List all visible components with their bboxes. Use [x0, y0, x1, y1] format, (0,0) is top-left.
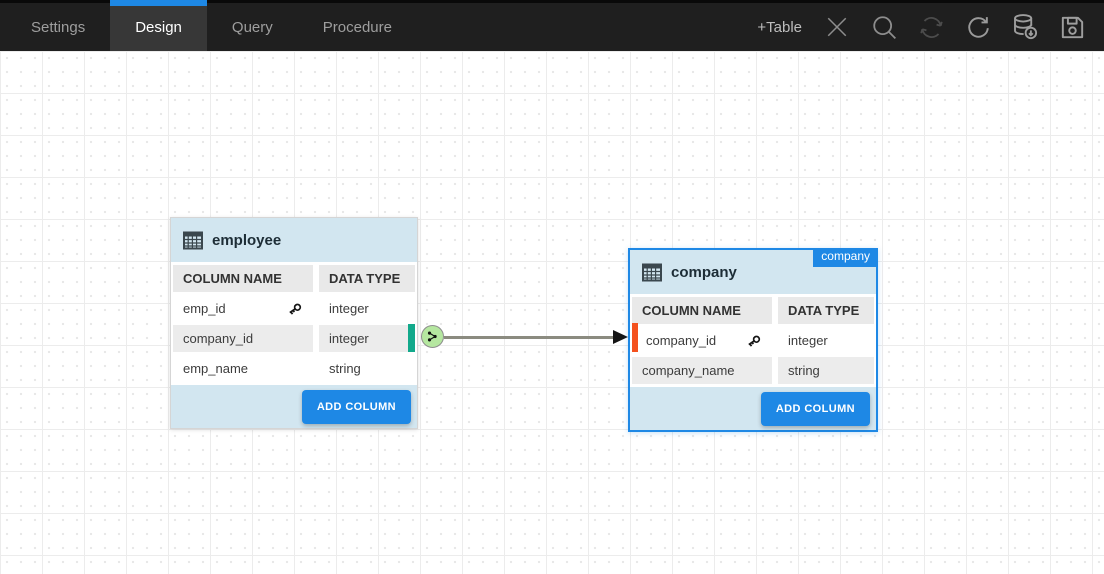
- database-export-icon[interactable]: [1009, 11, 1041, 43]
- refresh-icon[interactable]: [962, 11, 994, 43]
- column-name: company_id: [183, 331, 253, 346]
- table-card-employee[interactable]: employee COLUMN NAME DATA TYPE emp_id in…: [170, 217, 418, 429]
- column-name: emp_name: [183, 361, 248, 376]
- column-name: emp_id: [183, 301, 226, 316]
- design-canvas[interactable]: employee COLUMN NAME DATA TYPE emp_id in…: [0, 51, 1104, 574]
- column-row-company_name[interactable]: company_name: [632, 357, 772, 384]
- column-row-emp_id[interactable]: emp_id: [173, 295, 313, 322]
- table-title: company: [671, 264, 737, 281]
- column-row-company_id[interactable]: company_id: [632, 327, 772, 354]
- selected-table-badge: company: [813, 248, 878, 267]
- card-footer: ADD COLUMN: [630, 387, 876, 430]
- search-icon[interactable]: [868, 11, 900, 43]
- relation-source-port: [408, 324, 415, 352]
- relation-line[interactable]: [444, 336, 614, 339]
- tab-design[interactable]: Design: [110, 3, 207, 51]
- column-name-header: COLUMN NAME: [173, 265, 313, 292]
- column-row-company_id[interactable]: company_id: [173, 325, 313, 352]
- primary-key-icon: [746, 333, 762, 349]
- table-header-employee[interactable]: employee: [171, 218, 417, 262]
- column-name: company_name: [642, 363, 735, 378]
- add-column-button[interactable]: ADD COLUMN: [302, 390, 411, 424]
- column-type[interactable]: integer: [319, 325, 415, 352]
- column-type[interactable]: integer: [319, 295, 415, 322]
- save-icon[interactable]: [1056, 11, 1088, 43]
- column-type[interactable]: string: [778, 357, 874, 384]
- data-type-header: DATA TYPE: [778, 297, 874, 324]
- sync-icon[interactable]: [915, 11, 947, 43]
- columns-table: COLUMN NAME DATA TYPE company_id integer…: [630, 294, 876, 387]
- column-name: company_id: [646, 333, 716, 348]
- columns-table: COLUMN NAME DATA TYPE emp_id integer com…: [171, 262, 417, 385]
- table-grid-icon: [183, 231, 203, 250]
- tab-procedure[interactable]: Procedure: [298, 3, 417, 51]
- card-footer: ADD COLUMN: [171, 385, 417, 428]
- column-name-header: COLUMN NAME: [632, 297, 772, 324]
- nav-tabs: Settings Design Query Procedure: [6, 3, 417, 51]
- top-navbar: Settings Design Query Procedure +Table: [0, 0, 1104, 51]
- table-grid-icon: [642, 263, 662, 282]
- relation-target-port: [632, 323, 638, 352]
- close-icon[interactable]: [821, 11, 853, 43]
- data-type-header: DATA TYPE: [319, 265, 415, 292]
- column-row-emp_name[interactable]: emp_name: [173, 355, 313, 382]
- relation-arrowhead-icon: [613, 330, 628, 344]
- tab-query[interactable]: Query: [207, 3, 298, 51]
- column-type[interactable]: string: [319, 355, 415, 382]
- table-title: employee: [212, 232, 281, 249]
- add-column-button[interactable]: ADD COLUMN: [761, 392, 870, 426]
- add-table-button[interactable]: +Table: [753, 19, 806, 36]
- table-card-company[interactable]: company company COLUMN NAME DATA TYPE co…: [628, 248, 878, 432]
- navbar-actions: +Table: [753, 3, 1104, 51]
- column-type[interactable]: integer: [778, 327, 874, 354]
- tab-settings[interactable]: Settings: [6, 3, 110, 51]
- primary-key-icon: [287, 301, 303, 317]
- relation-handle[interactable]: [421, 325, 444, 348]
